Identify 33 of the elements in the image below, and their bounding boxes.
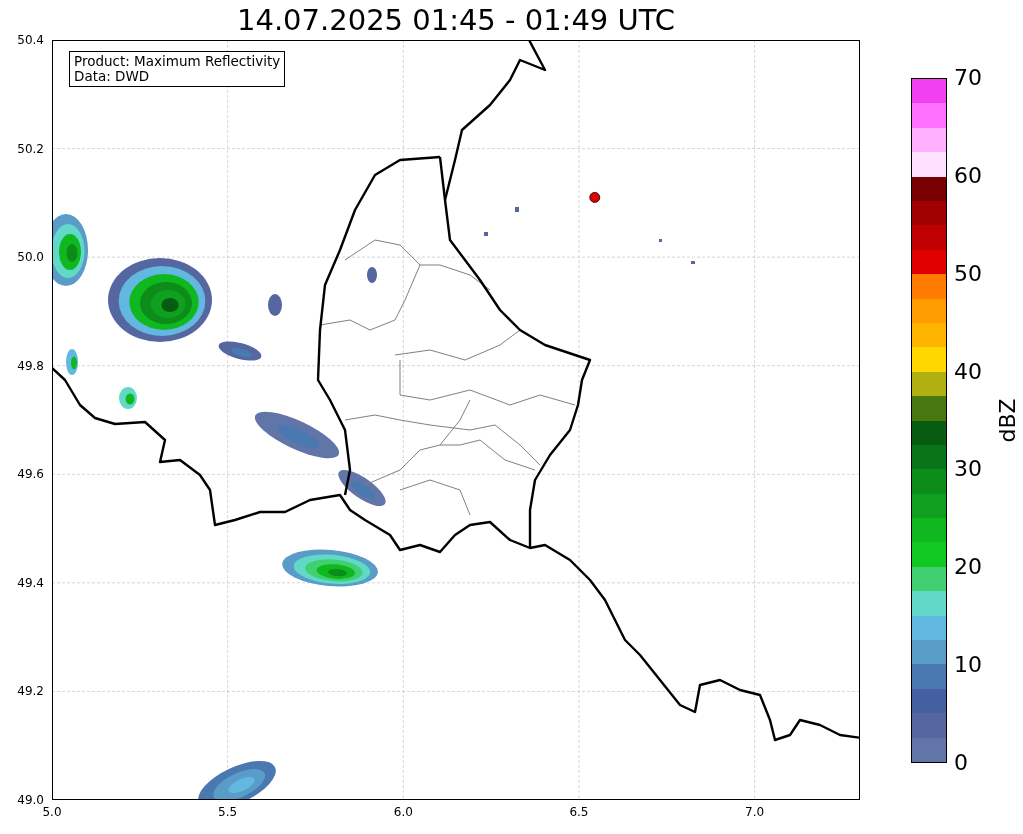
y-tick-label: 49.8	[17, 358, 44, 373]
y-tick-label: 49.2	[17, 684, 44, 699]
x-tick-label: 6.0	[393, 805, 413, 819]
colorbar-tick-label: 0	[954, 752, 968, 774]
radar-echo	[338, 470, 386, 506]
y-tick-label: 49.4	[17, 575, 44, 590]
y-tick-label: 49.6	[17, 467, 44, 482]
info-text: Product: Maximum Reflectivity	[74, 54, 281, 69]
y-tick-label: 50.0	[17, 250, 44, 265]
radar-echo	[367, 267, 377, 283]
y-tick-label: 50.2	[17, 141, 44, 156]
chart-title: 14.07.2025 01:45 - 01:49 UTC	[237, 5, 675, 35]
colorbar-tick-label: 20	[954, 556, 982, 579]
colorbar-tick-label: 40	[954, 360, 982, 383]
radar-echo	[66, 349, 78, 375]
x-tick-label: 7.0	[745, 805, 765, 819]
radar-echo	[53, 214, 88, 286]
colorbar-tick-label: 70	[954, 67, 982, 89]
x-tick-label: 5.5	[218, 805, 238, 819]
colorbar-tick-label: 50	[954, 262, 982, 285]
colorbar-label: dBZ	[994, 398, 1020, 443]
radar-echo	[268, 294, 282, 316]
radar-echo	[119, 387, 137, 409]
location-marker	[589, 192, 601, 203]
colorbar-tick-label: 60	[954, 164, 982, 187]
x-tick-label: 6.5	[569, 805, 589, 819]
colorbar-tick-label: 10	[954, 654, 982, 677]
y-tick-label: 49.0	[17, 793, 44, 807]
colorbar-tick-label: 30	[954, 458, 982, 481]
info-text: Data: DWD	[74, 69, 151, 84]
x-tick-label: 5.0	[42, 805, 62, 819]
y-tick-label: 50.4	[17, 33, 44, 47]
radar-echo	[218, 341, 262, 361]
